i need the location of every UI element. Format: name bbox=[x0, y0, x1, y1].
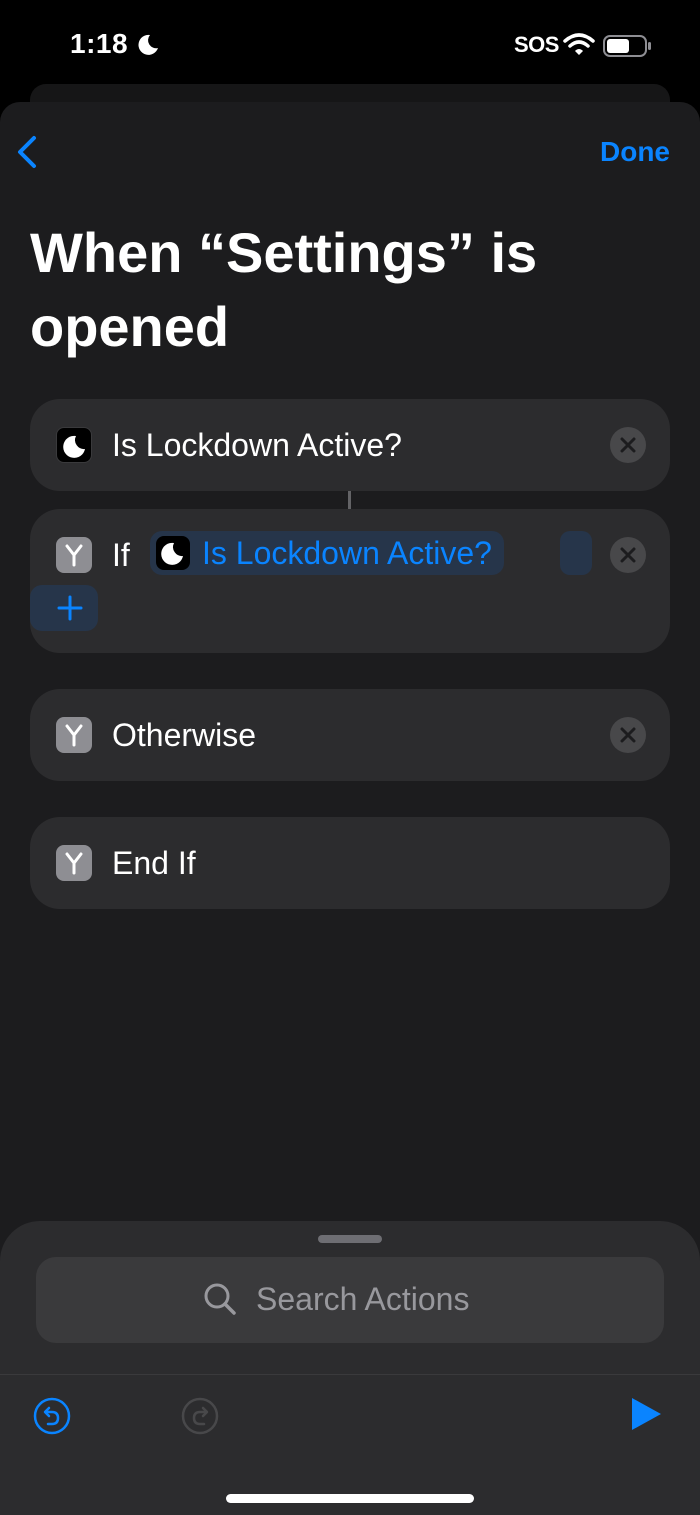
status-bar: 1:18 SOS bbox=[0, 0, 700, 90]
play-icon bbox=[632, 1398, 661, 1430]
home-indicator bbox=[226, 1494, 474, 1503]
action-is-lockdown-active[interactable]: Is Lockdown Active? bbox=[30, 399, 670, 491]
remove-action-button[interactable] bbox=[610, 717, 646, 753]
close-icon bbox=[620, 727, 636, 743]
redo-icon bbox=[181, 1397, 219, 1435]
close-icon bbox=[620, 437, 636, 453]
search-actions-field[interactable]: Search Actions bbox=[36, 1257, 664, 1343]
action-end-if[interactable]: End If bbox=[30, 817, 670, 909]
chevron-left-icon bbox=[18, 136, 36, 168]
branch-icon bbox=[56, 537, 92, 573]
redo-button bbox=[180, 1396, 220, 1436]
action-label: Otherwise bbox=[112, 717, 257, 753]
moon-icon bbox=[138, 34, 158, 55]
search-placeholder: Search Actions bbox=[256, 1281, 470, 1317]
run-button[interactable] bbox=[628, 1395, 664, 1433]
action-otherwise[interactable]: Otherwise bbox=[30, 689, 670, 781]
action-label: Is Lockdown Active? bbox=[112, 427, 402, 463]
moon-icon bbox=[56, 427, 92, 463]
remove-action-button[interactable] bbox=[610, 427, 646, 463]
condition-pill[interactable] bbox=[560, 531, 592, 575]
variable-pill[interactable]: Is Lockdown Active? bbox=[150, 531, 504, 575]
sos-indicator: SOS bbox=[514, 32, 559, 57]
variable-label: Is Lockdown Active? bbox=[202, 535, 492, 571]
if-label: If bbox=[112, 537, 130, 573]
action-if[interactable]: If Is Lockdown Active? bbox=[30, 509, 670, 653]
toolbar-divider bbox=[0, 1374, 700, 1375]
wifi-icon bbox=[563, 33, 595, 55]
undo-button[interactable] bbox=[32, 1396, 72, 1436]
done-button[interactable]: Done bbox=[600, 136, 670, 168]
branch-icon bbox=[56, 717, 92, 753]
moon-icon bbox=[156, 536, 190, 570]
search-icon bbox=[204, 1283, 236, 1315]
branch-icon bbox=[56, 845, 92, 881]
action-label: End If bbox=[112, 845, 196, 881]
add-condition-button[interactable] bbox=[30, 585, 98, 631]
page-title: When “Settings” is opened bbox=[30, 221, 538, 358]
back-button[interactable] bbox=[12, 132, 48, 172]
remove-action-button[interactable] bbox=[610, 537, 646, 573]
plus-icon bbox=[57, 595, 83, 621]
panel-grabber[interactable] bbox=[318, 1235, 382, 1243]
actions-panel: Search Actions bbox=[0, 1221, 700, 1515]
action-connector bbox=[348, 491, 351, 509]
status-time: 1:18 bbox=[70, 28, 129, 59]
shortcut-editor-sheet: Done When “Settings” is opened Is Lockdo… bbox=[0, 102, 700, 1515]
close-icon bbox=[620, 547, 636, 563]
battery-icon bbox=[603, 35, 651, 57]
undo-icon bbox=[33, 1397, 71, 1435]
